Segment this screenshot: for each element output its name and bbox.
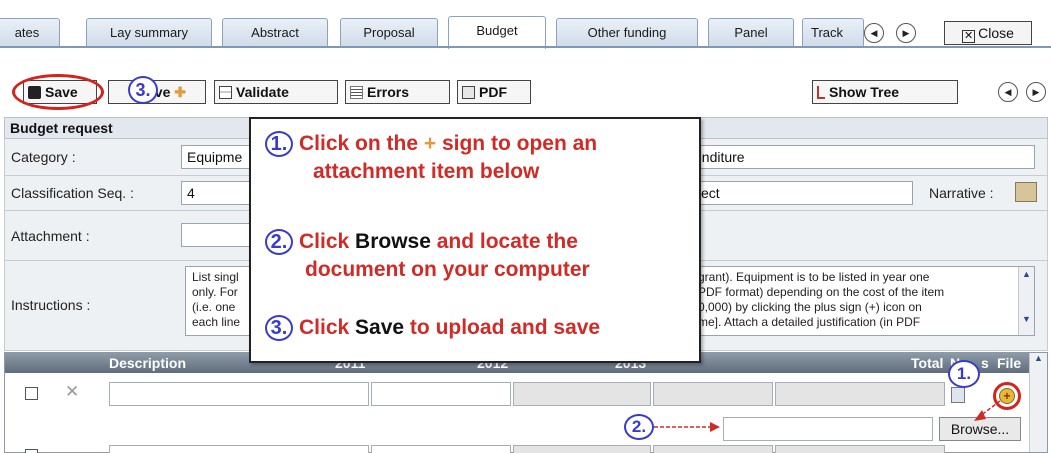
step-3: 3. Click Save to upload and save: [265, 315, 600, 341]
step-3-text-a: Click: [299, 316, 356, 339]
step-2-text-b: and locate the: [430, 230, 578, 253]
step-1-text-b: sign to open an: [436, 132, 598, 155]
step-1-number: 1.: [265, 131, 293, 157]
arrow-1-head: [974, 410, 986, 421]
step-1: 1. Click on the + sign to open an: [265, 131, 597, 157]
arrow-2-head: [710, 422, 720, 432]
step-2: 2. Click Browse and locate the: [265, 229, 578, 255]
instruction-callout: 1. Click on the + sign to open an attachm…: [249, 117, 701, 363]
step-3-bold: Save: [355, 316, 405, 339]
step-2-number: 2.: [265, 229, 293, 255]
step-1-line2: attachment item below: [313, 160, 540, 183]
step-2-text-a: Click: [299, 230, 356, 253]
step-3-text-b: to upload and save: [404, 316, 601, 339]
marker-2: 2.: [624, 414, 654, 440]
step-1-text-a: Click on the: [299, 132, 424, 155]
step-2-bold: Browse: [355, 230, 431, 253]
step-2-line2: document on your computer: [305, 258, 590, 281]
step-1-plus: +: [423, 132, 437, 155]
marker-1: 1.: [948, 360, 980, 388]
step-3-number: 3.: [265, 315, 293, 341]
